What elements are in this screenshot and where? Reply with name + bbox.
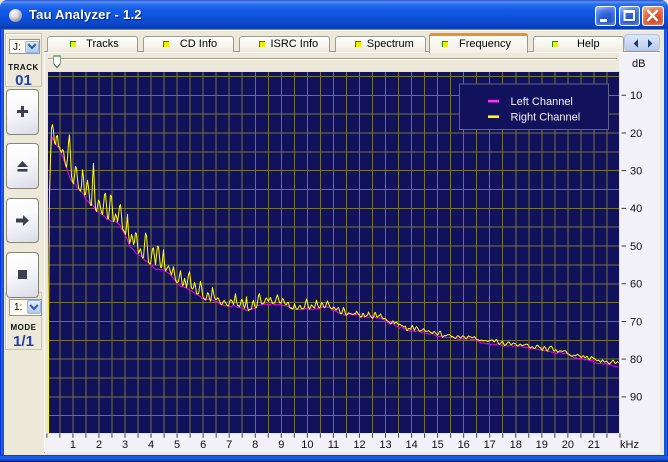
svg-text:16: 16 (458, 439, 470, 451)
svg-text:70: 70 (630, 316, 642, 328)
svg-text:10: 10 (630, 90, 642, 102)
svg-text:50: 50 (630, 241, 642, 253)
svg-text:20: 20 (562, 439, 574, 451)
svg-text:19: 19 (536, 439, 548, 451)
svg-text:1: 1 (70, 439, 76, 451)
svg-text:8: 8 (252, 439, 258, 451)
svg-text:14: 14 (405, 439, 417, 451)
svg-text:Left Channel: Left Channel (511, 96, 573, 108)
svg-text:60: 60 (630, 279, 642, 291)
svg-text:90: 90 (630, 392, 642, 404)
svg-text:9: 9 (278, 439, 284, 451)
svg-text:dB: dB (632, 58, 645, 70)
svg-text:6: 6 (200, 439, 206, 451)
svg-text:5: 5 (174, 439, 180, 451)
svg-text:12: 12 (353, 439, 365, 451)
svg-text:7: 7 (226, 439, 232, 451)
svg-text:20: 20 (630, 128, 642, 140)
svg-text:18: 18 (510, 439, 522, 451)
svg-text:21: 21 (588, 439, 600, 451)
svg-text:30: 30 (630, 166, 642, 178)
svg-text:40: 40 (630, 203, 642, 215)
svg-text:13: 13 (379, 439, 391, 451)
svg-text:kHz: kHz (620, 439, 639, 451)
svg-text:11: 11 (328, 439, 339, 451)
svg-text:15: 15 (431, 439, 443, 451)
svg-text:17: 17 (484, 439, 496, 451)
svg-text:10: 10 (301, 439, 313, 451)
svg-text:4: 4 (148, 439, 154, 451)
svg-text:3: 3 (122, 439, 128, 451)
svg-text:Right Channel: Right Channel (511, 112, 581, 124)
svg-text:80: 80 (630, 354, 642, 366)
svg-text:2: 2 (96, 439, 102, 451)
